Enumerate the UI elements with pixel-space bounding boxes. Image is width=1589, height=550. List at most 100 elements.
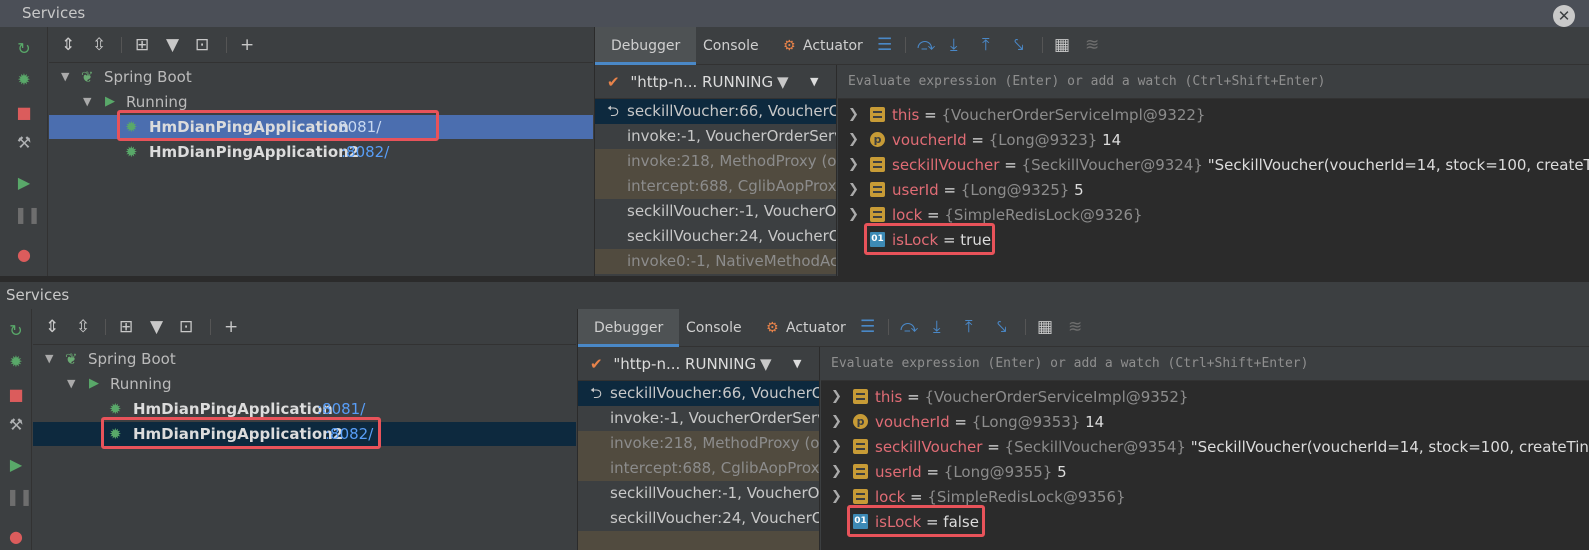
variable-row[interactable]: ❯ p voucherId = {Long@9353} 14 (821, 410, 1589, 434)
chevron-right-icon[interactable]: ❯ (848, 153, 859, 177)
tree-node-running[interactable]: ▼ ▶ Running (33, 372, 576, 396)
variable-row[interactable]: ❯ this = {VoucherOrderServiceImpl@9352} (821, 385, 1589, 409)
tab-debugger[interactable]: Debugger (595, 27, 697, 65)
frame-item[interactable]: invoke:218, MethodProxy (or (595, 149, 836, 174)
chevron-down-icon[interactable]: ▼ (793, 347, 801, 381)
variable-row[interactable]: ❯ userId = {Long@9325} 5 (838, 178, 1589, 202)
expand-all-icon[interactable]: ⇕ (45, 317, 59, 337)
step-over-icon[interactable]: ⤼ (917, 35, 935, 55)
stop-icon[interactable]: ■ (14, 103, 34, 123)
spring-icon: ❦ (81, 68, 94, 86)
chevron-right-icon[interactable]: ❯ (831, 460, 842, 484)
run-to-cursor-icon[interactable]: ⤥ (1014, 35, 1024, 55)
services-tree: ⇕ ⇳ ⊞ ▼ ⊡ + ▼ ❦ Spring Boot ▼ ▶ Running … (49, 27, 593, 276)
tree-node-spring-boot[interactable]: ▼ ❦ Spring Boot (33, 347, 576, 371)
frame-item[interactable]: invoke:218, MethodProxy (or (578, 431, 819, 456)
new-tab-icon[interactable]: ⊡ (179, 317, 193, 337)
step-out-icon[interactable]: ⤒ (982, 35, 990, 55)
stop-icon[interactable]: ■ (6, 385, 26, 405)
add-icon[interactable]: + (240, 35, 254, 55)
chevron-down-icon[interactable]: ▼ (810, 65, 818, 99)
chevron-right-icon[interactable]: ❯ (831, 385, 842, 409)
step-out-icon[interactable]: ⤒ (965, 317, 973, 337)
frame-item[interactable]: ⮌ seckillVoucher:66, VoucherOr (578, 381, 819, 406)
tab-actuator[interactable]: ⚙ Actuator (783, 27, 879, 65)
resume-icon[interactable]: ▶ (6, 455, 26, 475)
tree-node-spring-boot[interactable]: ▼ ❦ Spring Boot (49, 65, 593, 89)
frame-item[interactable]: seckillVoucher:-1, VoucherOre (595, 199, 836, 224)
chevron-right-icon[interactable]: ❯ (848, 203, 859, 227)
tree-toolbar: ⇕ ⇳ ⊞ ▼ ⊡ + (33, 309, 576, 345)
expand-all-icon[interactable]: ⇕ (61, 35, 75, 55)
chevron-right-icon[interactable]: ❯ (848, 128, 859, 152)
evaluate-icon[interactable]: ▦ (1037, 317, 1053, 337)
collapse-all-icon[interactable]: ⇳ (92, 35, 106, 55)
chevron-right-icon[interactable]: ❯ (831, 485, 842, 509)
layout-icon[interactable]: ☰ (877, 35, 892, 55)
run-to-cursor-icon[interactable]: ⤥ (997, 317, 1007, 337)
variable-row[interactable]: ❯ userId = {Long@9355} 5 (821, 460, 1589, 484)
tab-console[interactable]: Console (687, 27, 775, 65)
evaluate-icon[interactable]: ▦ (1054, 35, 1070, 55)
debug-bug-icon[interactable]: ✹ (6, 352, 26, 372)
frame-item[interactable]: intercept:688, CglibAopProxy (578, 456, 819, 481)
chevron-right-icon[interactable]: ❯ (831, 410, 842, 434)
frame-item[interactable] (578, 531, 819, 550)
frame-item[interactable]: invoke:-1, VoucherOrderServic (595, 124, 836, 149)
chevron-right-icon[interactable]: ❯ (848, 178, 859, 202)
chevron-down-icon[interactable]: ▼ (61, 65, 69, 89)
frame-item[interactable]: seckillVoucher:24, VoucherOr (578, 506, 819, 531)
frame-item[interactable]: invoke:-1, VoucherOrderServic (578, 406, 819, 431)
trace-icon[interactable]: ≋ (1085, 35, 1099, 55)
frame-item[interactable]: invoke0:-1, NativeMethodAcc (595, 249, 836, 274)
evaluate-input[interactable]: Evaluate expression (Enter) or add a wat… (838, 65, 1589, 99)
run-icon: ▶ (105, 94, 115, 109)
step-into-icon[interactable]: ⤓ (950, 35, 958, 55)
rerun-icon[interactable]: ↻ (14, 39, 34, 59)
pause-icon[interactable]: ❚❚ (6, 487, 33, 507)
layout-icon[interactable]: ☰ (860, 317, 875, 337)
wrench-icon[interactable]: ⚒ (14, 133, 34, 153)
group-icon[interactable]: ⊞ (135, 35, 149, 55)
evaluate-input[interactable]: Evaluate expression (Enter) or add a wat… (821, 347, 1589, 381)
trace-icon[interactable]: ≋ (1068, 317, 1082, 337)
breakpoints-icon[interactable]: ● (14, 245, 34, 265)
app-port-link[interactable]: :8082/ (341, 140, 389, 164)
variable-row[interactable]: ❯ seckillVoucher = {SeckillVoucher@9354} … (821, 435, 1589, 459)
collapse-all-icon[interactable]: ⇳ (76, 317, 90, 337)
close-icon[interactable]: ✕ (1553, 5, 1575, 27)
rerun-icon[interactable]: ↻ (6, 321, 26, 341)
wrench-icon[interactable]: ⚒ (6, 415, 26, 435)
thread-selector[interactable]: ✔ "http-n... RUNNING ▼ ▼ (578, 347, 819, 381)
group-icon[interactable]: ⊞ (119, 317, 133, 337)
filter-icon[interactable]: ▼ (777, 65, 789, 99)
pause-icon[interactable]: ❚❚ (14, 205, 41, 225)
frame-item[interactable]: intercept:688, CglibAopProxy (595, 174, 836, 199)
breakpoints-icon[interactable]: ● (6, 527, 26, 547)
variable-row[interactable]: ❯ p voucherId = {Long@9323} 14 (838, 128, 1589, 152)
filter-icon[interactable]: ▼ (166, 35, 179, 55)
tab-console[interactable]: Console (670, 309, 758, 347)
frame-item[interactable]: seckillVoucher:24, VoucherOr (595, 224, 836, 249)
tab-debugger[interactable]: Debugger (578, 309, 680, 347)
add-icon[interactable]: + (224, 317, 238, 337)
filter-icon[interactable]: ▼ (150, 317, 163, 337)
variable-row[interactable]: ❯ seckillVoucher = {SeckillVoucher@9324} … (838, 153, 1589, 177)
tree-node-app-2[interactable]: ✹ HmDianPingApplication2 :8082/ (49, 140, 593, 164)
frame-item[interactable]: ⮌ seckillVoucher:66, VoucherOr (595, 99, 836, 124)
debug-bug-icon[interactable]: ✹ (14, 70, 34, 90)
chevron-right-icon[interactable]: ❯ (848, 103, 859, 127)
new-tab-icon[interactable]: ⊡ (195, 35, 209, 55)
chevron-right-icon[interactable]: ❯ (831, 435, 842, 459)
frame-item[interactable]: seckillVoucher:-1, VoucherOre (578, 481, 819, 506)
chevron-down-icon[interactable]: ▼ (67, 372, 75, 396)
step-over-icon[interactable]: ⤼ (900, 317, 918, 337)
filter-icon[interactable]: ▼ (760, 347, 772, 381)
tab-actuator[interactable]: ⚙ Actuator (766, 309, 862, 347)
thread-selector[interactable]: ✔ "http-n... RUNNING ▼ ▼ (595, 65, 836, 99)
resume-icon[interactable]: ▶ (14, 173, 34, 193)
step-into-icon[interactable]: ⤓ (933, 317, 941, 337)
chevron-down-icon[interactable]: ▼ (83, 90, 91, 114)
chevron-down-icon[interactable]: ▼ (45, 347, 53, 371)
variable-row[interactable]: ❯ this = {VoucherOrderServiceImpl@9322} (838, 103, 1589, 127)
